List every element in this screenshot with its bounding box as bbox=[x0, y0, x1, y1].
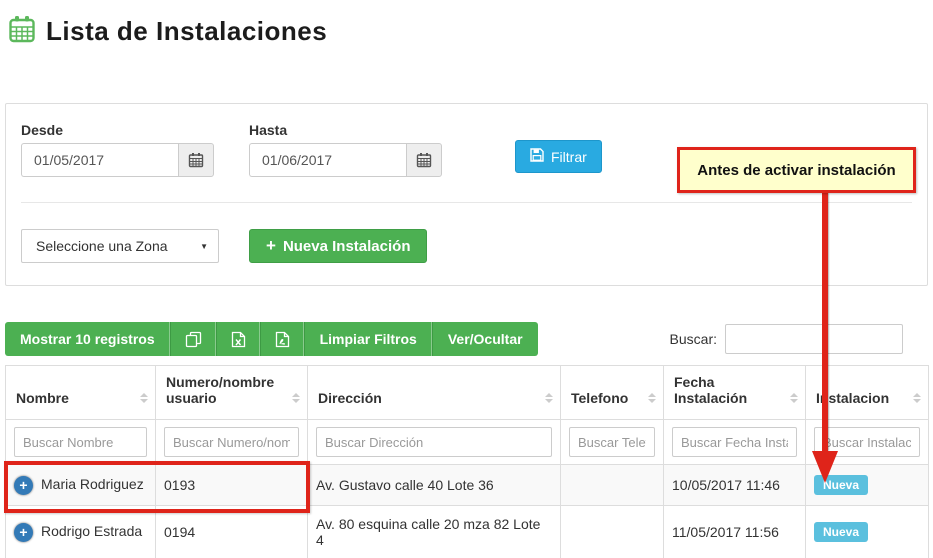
hasta-calendar-button[interactable] bbox=[406, 143, 442, 177]
column-header-direccion[interactable]: Dirección bbox=[308, 366, 561, 420]
global-search: Buscar: bbox=[670, 324, 903, 354]
desde-calendar-button[interactable] bbox=[178, 143, 214, 177]
column-header-nombre[interactable]: Nombre bbox=[6, 366, 156, 420]
column-label: Telefono bbox=[571, 390, 628, 406]
annotation-text: Antes de activar instalación bbox=[697, 162, 895, 179]
filtrar-button[interactable]: Filtrar bbox=[515, 140, 602, 173]
search-label: Buscar: bbox=[670, 331, 717, 347]
expand-row-icon[interactable]: + bbox=[14, 523, 33, 542]
column-header-telefono[interactable]: Telefono bbox=[561, 366, 664, 420]
desde-input[interactable] bbox=[21, 143, 178, 177]
hasta-field: Hasta bbox=[249, 122, 442, 177]
filter-direccion-input[interactable] bbox=[316, 427, 552, 457]
calendar-icon bbox=[416, 152, 432, 168]
cell-nombre: Rodrigo Estrada bbox=[41, 523, 142, 539]
cell-fecha-instalacion: 10/05/2017 11:46 bbox=[664, 465, 806, 506]
installations-page: Lista de Instalaciones Desde bbox=[0, 0, 933, 558]
copy-icon bbox=[185, 331, 202, 348]
annotation-callout: Antes de activar instalación bbox=[677, 147, 916, 193]
filter-nombre-input[interactable] bbox=[14, 427, 147, 457]
filtrar-label: Filtrar bbox=[551, 149, 587, 165]
table-toolbar: Mostrar 10 registros bbox=[5, 322, 538, 356]
table-row: + Rodrigo Estrada 0194 Av. 80 esquina cal… bbox=[6, 506, 929, 558]
zona-select-value: Seleccione una Zona bbox=[36, 238, 168, 254]
nueva-instalacion-button[interactable]: + Nueva Instalación bbox=[249, 229, 427, 263]
header-row: Nombre Numero/nombre usuario Dirección T… bbox=[6, 366, 929, 420]
cell-direccion: Av. Gustavo calle 40 Lote 36 bbox=[308, 465, 561, 506]
plus-icon: + bbox=[266, 236, 276, 256]
filter-fecha-instalacion-input[interactable] bbox=[672, 427, 797, 457]
cell-direccion: Av. 80 esquina calle 20 mza 82 Lote 4 bbox=[308, 506, 561, 558]
nueva-instalacion-label: Nueva Instalación bbox=[283, 238, 411, 255]
status-badge[interactable]: Nueva bbox=[814, 522, 868, 542]
caret-down-icon: ▼ bbox=[200, 242, 208, 251]
annotation-arrow-head bbox=[812, 451, 838, 483]
panel-divider bbox=[21, 202, 912, 203]
sort-icon[interactable] bbox=[545, 393, 553, 403]
cell-numero-usuario: 0193 bbox=[156, 465, 308, 506]
pdf-export-icon bbox=[275, 331, 290, 348]
expand-row-icon[interactable]: + bbox=[14, 476, 33, 495]
zona-select[interactable]: Seleccione una Zona ▼ bbox=[21, 229, 219, 263]
ver-ocultar-button[interactable]: Ver/Ocultar bbox=[433, 322, 538, 356]
excel-export-icon bbox=[231, 331, 246, 348]
cell-fecha-instalacion: 11/05/2017 11:56 bbox=[664, 506, 806, 558]
sort-icon[interactable] bbox=[913, 393, 921, 403]
cell-numero-usuario: 0194 bbox=[156, 506, 308, 558]
calendar-icon bbox=[188, 152, 204, 168]
mostrar-registros-button[interactable]: Mostrar 10 registros bbox=[5, 322, 171, 356]
pdf-export-button[interactable] bbox=[261, 322, 305, 356]
filter-numero-usuario-input[interactable] bbox=[164, 427, 299, 457]
hasta-input[interactable] bbox=[249, 143, 406, 177]
copy-button[interactable] bbox=[171, 322, 217, 356]
save-icon bbox=[530, 148, 544, 165]
column-label: Fecha Instalación bbox=[674, 374, 747, 406]
sort-icon[interactable] bbox=[790, 393, 798, 403]
desde-field: Desde bbox=[21, 122, 214, 177]
desde-label: Desde bbox=[21, 122, 214, 138]
sort-icon[interactable] bbox=[292, 393, 300, 403]
column-header-fecha-instalacion[interactable]: Fecha Instalación bbox=[664, 366, 806, 420]
page-title: Lista de Instalaciones bbox=[46, 16, 327, 47]
cell-nombre: Maria Rodriguez bbox=[41, 476, 144, 492]
annotation-arrow-line bbox=[822, 193, 828, 451]
column-label: Numero/nombre usuario bbox=[166, 374, 274, 406]
sort-icon[interactable] bbox=[140, 393, 148, 403]
search-input[interactable] bbox=[725, 324, 903, 354]
cell-telefono bbox=[561, 465, 664, 506]
filter-telefono-input[interactable] bbox=[569, 427, 655, 457]
filter-panel: Desde Hasta bbox=[5, 103, 928, 286]
column-header-numero-usuario[interactable]: Numero/nombre usuario bbox=[156, 366, 308, 420]
sort-icon[interactable] bbox=[648, 393, 656, 403]
cell-telefono bbox=[561, 506, 664, 558]
table-row: + Maria Rodriguez 0193 Av. Gustavo calle … bbox=[6, 465, 929, 506]
column-label: Dirección bbox=[318, 390, 382, 406]
limpiar-filtros-button[interactable]: Limpiar Filtros bbox=[305, 322, 433, 356]
table-controls: Mostrar 10 registros bbox=[5, 322, 928, 356]
excel-export-button[interactable] bbox=[217, 322, 261, 356]
installations-table: Nombre Numero/nombre usuario Dirección T… bbox=[5, 365, 929, 558]
calendar-icon bbox=[8, 15, 36, 48]
column-label: Nombre bbox=[16, 390, 69, 406]
column-filter-row bbox=[6, 420, 929, 465]
hasta-label: Hasta bbox=[249, 122, 442, 138]
page-header: Lista de Instalaciones bbox=[0, 0, 933, 48]
